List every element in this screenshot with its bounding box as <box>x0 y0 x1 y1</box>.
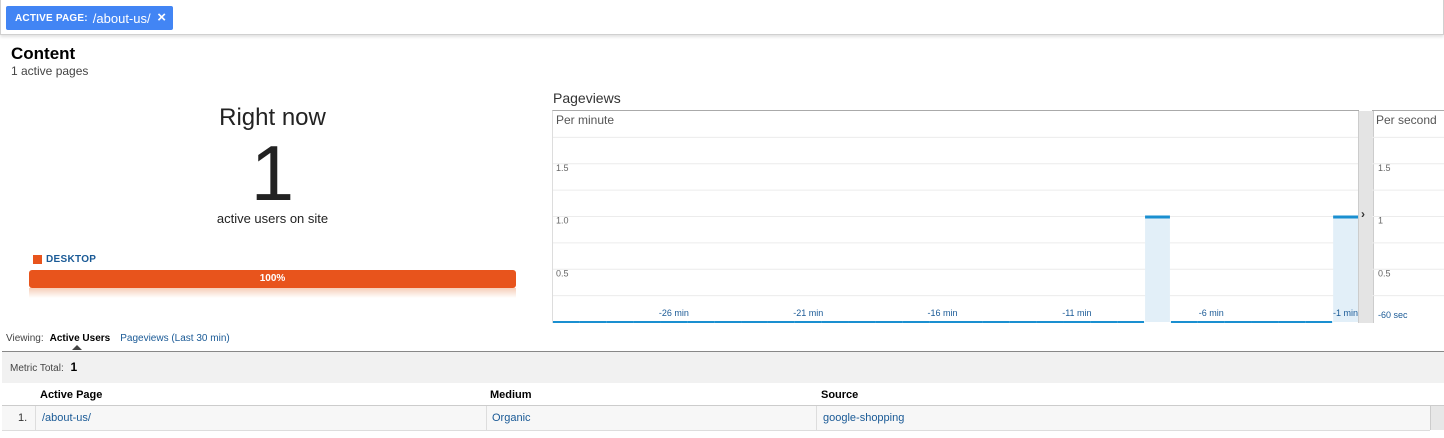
bar-fill <box>1333 216 1358 322</box>
page-subtitle: 1 active pages <box>11 64 89 78</box>
column-medium[interactable]: Medium <box>490 389 532 401</box>
filter-bar: ACTIVE PAGE: /about-us/ × <box>0 0 1444 35</box>
metric-total-box: Metric Total: 1 <box>2 351 1444 384</box>
bar-baseline <box>956 321 983 323</box>
x-tick-label: -6 min <box>1199 308 1224 318</box>
bar-baseline <box>741 321 768 323</box>
viewing-active-users[interactable]: Active Users <box>49 333 111 350</box>
bar-top[interactable] <box>1333 215 1358 219</box>
bar-baseline <box>1224 321 1252 323</box>
scrollbar[interactable] <box>1430 406 1444 430</box>
active-users-count: 1 <box>250 129 295 217</box>
filter-value: /about-us/ <box>92 10 151 26</box>
metric-total-value: 1 <box>70 360 78 374</box>
per-second-chart: Per second 1.5 1 0.5 -60 sec <box>1372 110 1444 323</box>
triangle-up-icon <box>71 345 82 350</box>
device-share-bar: 100% <box>29 270 516 288</box>
page-title: Content <box>11 44 76 63</box>
y-tick-label: 1 <box>1378 216 1383 226</box>
device-legend: DESKTOP <box>33 254 96 265</box>
active-page-filter-chip[interactable]: ACTIVE PAGE: /about-us/ × <box>6 6 173 30</box>
cell-divider <box>816 406 817 430</box>
bar-fill <box>1145 216 1170 322</box>
bar-baseline <box>848 321 876 323</box>
per-minute-svg: 1.5 1.0 0.5 -26 min -21 min -16 min -11 min -6 … <box>553 136 1359 323</box>
bar-baseline <box>633 321 661 323</box>
bar-baseline <box>902 321 930 323</box>
bar-baseline <box>714 321 742 323</box>
row-page-link[interactable]: /about-us/ <box>42 412 91 424</box>
device-label: DESKTOP <box>46 254 97 265</box>
row-source-link[interactable]: google-shopping <box>823 412 904 424</box>
bar-baseline <box>1036 321 1064 323</box>
bar-baseline <box>1278 321 1306 323</box>
bar-baseline <box>553 321 580 323</box>
y-tick-label: 0.5 <box>556 268 569 278</box>
bar-baseline <box>1251 321 1279 323</box>
viewing-pageviews-link[interactable]: Pageviews (Last 30 min) <box>120 333 230 344</box>
bar-baseline <box>875 321 903 323</box>
row-index: 1. <box>18 412 28 424</box>
x-tick-label: -26 min <box>659 308 689 318</box>
active-users-caption: active users on site <box>216 211 329 226</box>
y-tick-label: 1.5 <box>556 163 569 173</box>
cell-divider <box>486 406 487 430</box>
bar-baseline <box>1009 321 1037 323</box>
viewing-label: Viewing: <box>6 333 44 344</box>
bar-baseline <box>687 321 715 323</box>
cell-divider <box>35 406 36 430</box>
close-icon[interactable]: × <box>157 9 166 26</box>
bar-baseline <box>579 321 607 323</box>
bar-baseline <box>1197 321 1225 323</box>
bar-baseline <box>929 321 956 323</box>
bar-baseline <box>1170 321 1198 323</box>
x-tick-label: -21 min <box>793 308 823 318</box>
x-tick-label: -1 min <box>1333 308 1358 318</box>
column-source[interactable]: Source <box>821 389 858 401</box>
bar-baseline <box>794 321 822 323</box>
viewing-active-label: Active Users <box>49 333 111 344</box>
bar-top[interactable] <box>1145 215 1170 219</box>
per-minute-chart: Per minute 1.5 1.0 0.5 -26 min -21 min -16 mi… <box>552 110 1359 323</box>
bar-baseline <box>821 321 849 323</box>
bar-baseline <box>1117 321 1145 323</box>
bar-baseline <box>660 321 688 323</box>
viewing-toggle: Viewing: Active Users Pageviews (Last 30… <box>6 333 230 350</box>
bar-baseline <box>1090 321 1118 323</box>
filter-label: ACTIVE PAGE: <box>15 12 88 24</box>
pageviews-title: Pageviews <box>553 90 621 106</box>
table-row: 1. /about-us/ Organic google-shopping <box>2 406 1430 431</box>
per-second-svg: 1.5 1 0.5 -60 sec <box>1372 136 1444 320</box>
x-tick-label: -11 min <box>1062 308 1091 318</box>
metric-total: Metric Total: 1 <box>10 360 77 374</box>
y-tick-label: 1.5 <box>1378 163 1391 173</box>
y-tick-label: 1.0 <box>556 216 569 226</box>
legend-swatch <box>33 255 42 264</box>
row-medium-link[interactable]: Organic <box>492 412 531 424</box>
x-tick-label: -60 sec <box>1378 310 1408 320</box>
bar-baseline <box>1305 321 1333 323</box>
column-active-page[interactable]: Active Page <box>40 389 102 401</box>
x-tick-label: -16 min <box>928 308 958 318</box>
y-tick-label: 0.5 <box>1378 268 1391 278</box>
table-header: Active Page Medium Source <box>2 383 1444 406</box>
bar-baseline <box>767 321 795 323</box>
metric-total-label: Metric Total: <box>10 363 64 374</box>
chevron-right-icon[interactable]: › <box>1361 207 1365 221</box>
bar-baseline <box>1063 321 1091 323</box>
bar-baseline <box>982 321 1010 323</box>
device-bar-shadow <box>29 288 516 298</box>
bar-baseline <box>606 321 634 323</box>
